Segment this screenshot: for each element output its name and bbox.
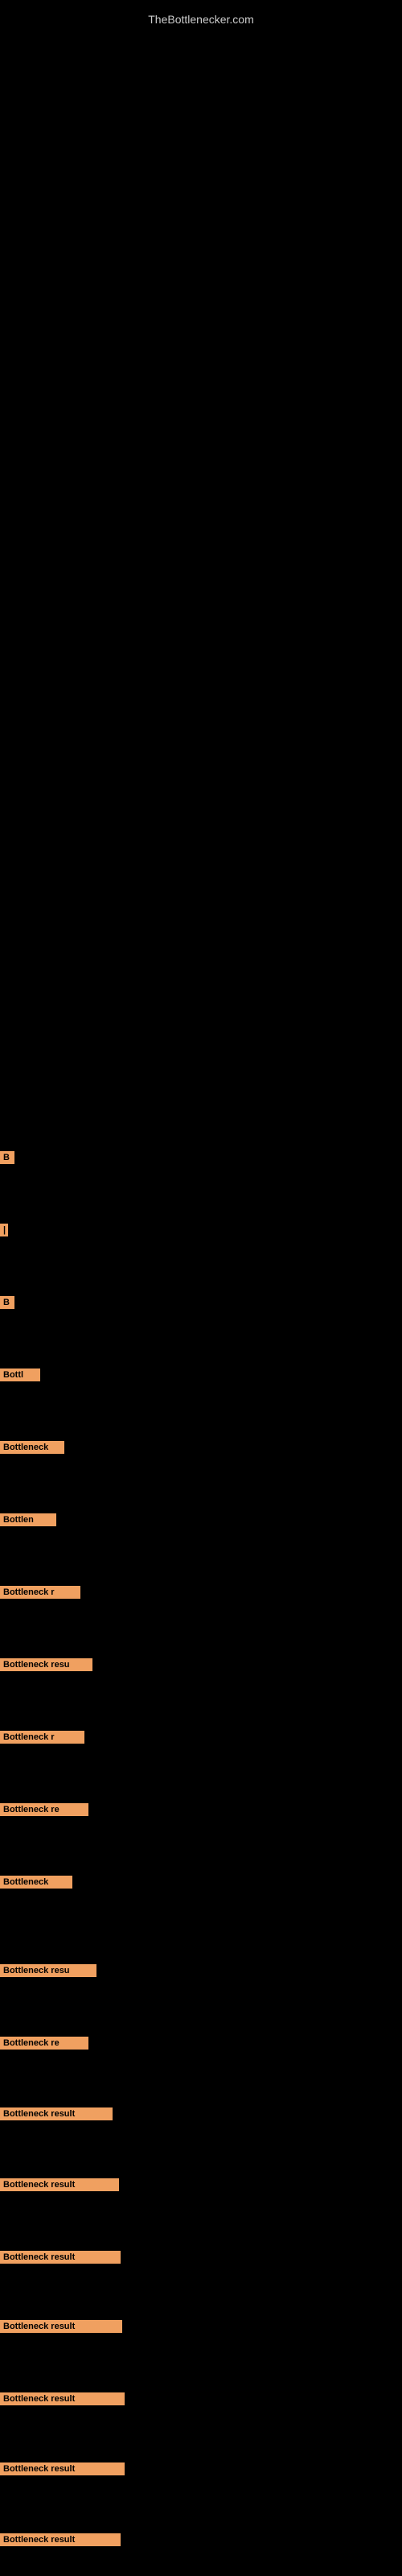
bottleneck-label: Bottleneck: [0, 1876, 72, 1889]
site-title: TheBottlenecker.com: [0, 6, 402, 32]
bottleneck-label: Bottleneck result: [0, 2107, 113, 2120]
bottleneck-label: B: [0, 1296, 14, 1309]
bottleneck-label: Bottleneck r: [0, 1731, 84, 1744]
bottleneck-label: B: [0, 1151, 14, 1164]
bottleneck-label: Bottleneck result: [0, 2320, 122, 2333]
bottleneck-label-row: Bottleneck result: [0, 2392, 125, 2409]
bottleneck-label: |: [0, 1224, 8, 1236]
bottleneck-label: Bottlen: [0, 1513, 56, 1526]
bottleneck-label: Bottleneck result: [0, 2251, 121, 2264]
bottleneck-label: Bottleneck resu: [0, 1658, 92, 1671]
bottleneck-label: Bottleneck result: [0, 2392, 125, 2405]
bottleneck-label: Bottleneck result: [0, 2178, 119, 2191]
bottleneck-label-row: Bottlen: [0, 1513, 56, 1530]
bottleneck-label-row: Bottleneck r: [0, 1586, 80, 1603]
bottleneck-label: Bottleneck re: [0, 2037, 88, 2050]
bottleneck-label-row: Bottleneck re: [0, 1803, 88, 1820]
bottleneck-label: Bottleneck resu: [0, 1964, 96, 1977]
bottleneck-label-row: Bottleneck result: [0, 2107, 113, 2124]
bottleneck-label-row: Bottleneck result: [0, 2462, 125, 2479]
bottleneck-label-row: Bottleneck result: [0, 2320, 122, 2337]
bottleneck-label-row: Bottleneck: [0, 1441, 64, 1458]
bottleneck-label-row: Bottleneck re: [0, 2037, 88, 2054]
bottleneck-label-row: B: [0, 1151, 14, 1168]
bottleneck-label: Bottleneck result: [0, 2462, 125, 2475]
bottleneck-label-row: Bottleneck result: [0, 2251, 121, 2268]
bottleneck-label: Bottleneck: [0, 1441, 64, 1454]
bottleneck-label-row: B: [0, 1296, 14, 1313]
bottleneck-label: Bottl: [0, 1368, 40, 1381]
bottleneck-label: Bottleneck result: [0, 2533, 121, 2546]
bottleneck-label-row: Bottleneck resu: [0, 1964, 96, 1981]
bottleneck-label-row: Bottleneck r: [0, 1731, 84, 1748]
bottleneck-label-row: Bottleneck result: [0, 2533, 121, 2550]
bottleneck-label-row: |: [0, 1224, 8, 1241]
bottleneck-label-row: Bottleneck result: [0, 2178, 119, 2195]
bottleneck-label-row: Bottleneck: [0, 1876, 72, 1893]
bottleneck-label: Bottleneck r: [0, 1586, 80, 1599]
bottleneck-label: Bottleneck re: [0, 1803, 88, 1816]
bottleneck-label-row: Bottleneck resu: [0, 1658, 92, 1675]
bottleneck-label-row: Bottl: [0, 1368, 40, 1385]
